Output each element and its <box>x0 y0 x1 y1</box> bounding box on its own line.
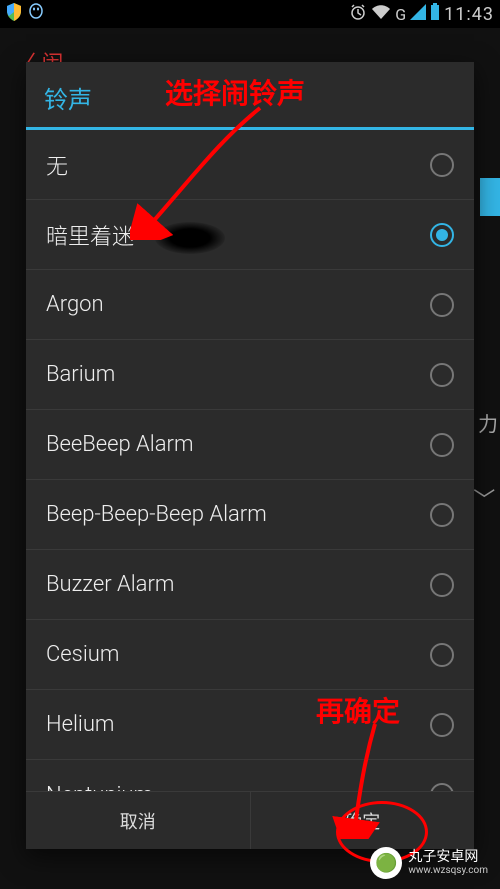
ringtone-item[interactable]: Barium <box>26 340 474 410</box>
status-clock: 11:43 <box>444 4 494 25</box>
watermark-logo-icon: 🟢 <box>370 847 402 879</box>
ringtone-item[interactable]: Argon <box>26 270 474 340</box>
alarm-icon <box>349 3 367 25</box>
ringtone-item-none[interactable]: 无 <box>26 130 474 200</box>
shield-icon <box>6 3 22 25</box>
battery-icon <box>430 3 440 25</box>
ringtone-list[interactable]: 无 暗里着迷 Argon Barium BeeBeep Alarm Beep-B… <box>26 130 474 791</box>
ringtone-label: Barium <box>46 362 115 387</box>
radio-icon <box>430 713 454 737</box>
ringtone-item[interactable]: Beep-Beep-Beep Alarm <box>26 480 474 550</box>
ringtone-item-selected[interactable]: 暗里着迷 <box>26 200 474 270</box>
radio-icon <box>430 363 454 387</box>
bg-accent <box>480 178 500 216</box>
cancel-button[interactable]: 取消 <box>26 792 250 849</box>
wifi-icon <box>371 4 391 24</box>
ringtone-label: Helium <box>46 712 114 737</box>
ringtone-label: Argon <box>46 292 104 317</box>
ringtone-label: Buzzer Alarm <box>46 572 174 597</box>
ringtone-label: 暗里着迷 <box>46 219 134 251</box>
network-label: G <box>395 5 406 24</box>
signal-icon <box>410 4 426 24</box>
ringtone-label: BeeBeep Alarm <box>46 432 193 457</box>
radio-icon <box>430 573 454 597</box>
ringtone-item[interactable]: Neptunium <box>26 760 474 791</box>
radio-icon <box>430 153 454 177</box>
ringtone-dialog: 铃声 无 暗里着迷 Argon Barium BeeBeep Alarm Bee… <box>26 62 474 849</box>
watermark-url: www.wzsqsy.com <box>408 865 488 876</box>
ringtone-label: Cesium <box>46 642 119 667</box>
radio-icon <box>430 293 454 317</box>
ringtone-label: 无 <box>46 149 68 181</box>
dialog-title: 铃声 <box>26 62 474 127</box>
radio-icon <box>430 643 454 667</box>
ringtone-label: Beep-Beep-Beep Alarm <box>46 502 267 527</box>
watermark-name: 丸子安卓网 <box>408 850 488 865</box>
dialog-button-bar: 取消 确定 <box>26 791 474 849</box>
watermark: 🟢 丸子安卓网 www.wzsqsy.com <box>364 843 494 883</box>
qq-icon <box>28 3 44 25</box>
radio-icon <box>430 783 454 791</box>
status-bar: G 11:43 <box>0 0 500 28</box>
radio-selected-icon <box>430 223 454 247</box>
ringtone-item[interactable]: Helium <box>26 690 474 760</box>
ringtone-item[interactable]: Buzzer Alarm <box>26 550 474 620</box>
ringtone-label: Neptunium <box>46 783 153 792</box>
bg-text: 力 <box>478 408 498 437</box>
radio-icon <box>430 503 454 527</box>
radio-icon <box>430 433 454 457</box>
ok-button[interactable]: 确定 <box>250 792 475 849</box>
ringtone-item[interactable]: Cesium <box>26 620 474 690</box>
ringtone-item[interactable]: BeeBeep Alarm <box>26 410 474 480</box>
